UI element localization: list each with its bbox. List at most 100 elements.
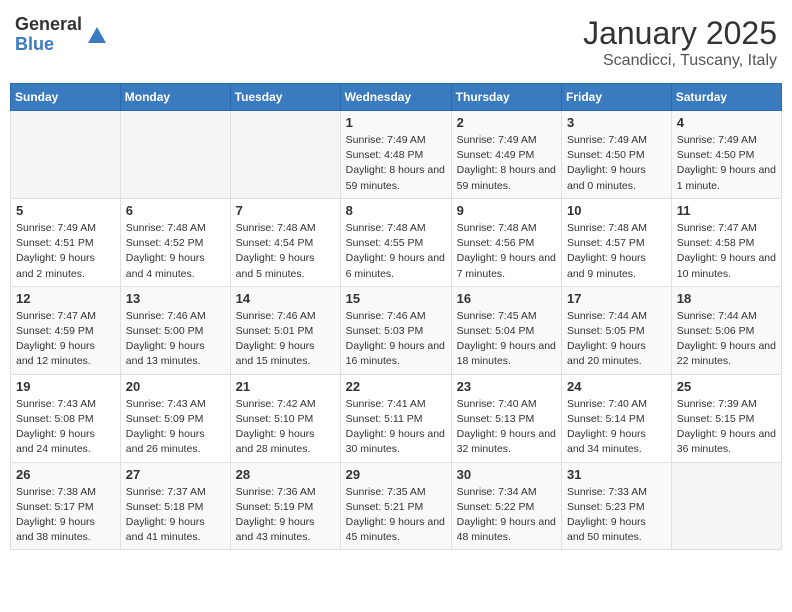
weekday-header-sunday: Sunday xyxy=(11,84,121,111)
day-number: 17 xyxy=(567,291,666,306)
day-number: 6 xyxy=(126,203,225,218)
calendar-cell: 28Sunrise: 7:36 AM Sunset: 5:19 PM Dayli… xyxy=(230,462,340,550)
weekday-header-saturday: Saturday xyxy=(671,84,781,111)
calendar-cell: 18 Sunrise: 7:44 AM Sunset: 5:06 PM Dayli… xyxy=(671,286,781,374)
day-info: Sunrise: 7:48 AM Sunset: 4:57 PM Dayligh… xyxy=(567,221,666,282)
day-info: Sunrise: 7:48 AM Sunset: 4:54 PM Dayligh… xyxy=(236,221,335,282)
calendar-cell: 17 Sunrise: 7:44 AM Sunset: 5:05 PM Dayli… xyxy=(562,286,672,374)
day-info: Sunrise: 7:49 AM Sunset: 4:48 PM Dayligh… xyxy=(346,133,446,194)
calendar-cell: 30 Sunrise: 7:34 AM Sunset: 5:22 PM Dayli… xyxy=(451,462,561,550)
day-info: Sunrise: 7:48 AM Sunset: 4:52 PM Dayligh… xyxy=(126,221,225,282)
day-info: Sunrise: 7:47 AM Sunset: 4:58 PM Dayligh… xyxy=(677,221,776,282)
calendar-cell: 6 Sunrise: 7:48 AM Sunset: 4:52 PM Daylig… xyxy=(120,198,230,286)
location-subtitle: Scandicci, Tuscany, Italy xyxy=(583,52,777,70)
day-info: Sunrise: 7:41 AM Sunset: 5:11 PM Dayligh… xyxy=(346,397,446,458)
calendar-cell: 14Sunrise: 7:46 AM Sunset: 5:01 PM Dayli… xyxy=(230,286,340,374)
day-number: 8 xyxy=(346,203,446,218)
day-info: Sunrise: 7:43 AM Sunset: 5:09 PM Dayligh… xyxy=(126,397,225,458)
day-number: 20 xyxy=(126,379,225,394)
day-info: Sunrise: 7:43 AM Sunset: 5:08 PM Dayligh… xyxy=(16,397,115,458)
calendar-cell: 13Sunrise: 7:46 AM Sunset: 5:00 PM Dayli… xyxy=(120,286,230,374)
day-info: Sunrise: 7:46 AM Sunset: 5:03 PM Dayligh… xyxy=(346,309,446,370)
day-info: Sunrise: 7:39 AM Sunset: 5:15 PM Dayligh… xyxy=(677,397,776,458)
weekday-header-row: SundayMondayTuesdayWednesdayThursdayFrid… xyxy=(11,84,782,111)
calendar-cell xyxy=(671,462,781,550)
day-number: 25 xyxy=(677,379,776,394)
calendar-week-row: 1Sunrise: 7:49 AM Sunset: 4:48 PM Daylig… xyxy=(11,111,782,199)
weekday-header-monday: Monday xyxy=(120,84,230,111)
day-number: 10 xyxy=(567,203,666,218)
day-info: Sunrise: 7:44 AM Sunset: 5:05 PM Dayligh… xyxy=(567,309,666,370)
day-number: 30 xyxy=(457,467,556,482)
weekday-header-thursday: Thursday xyxy=(451,84,561,111)
calendar-week-row: 5 Sunrise: 7:49 AM Sunset: 4:51 PM Daylig… xyxy=(11,198,782,286)
day-number: 27 xyxy=(126,467,225,482)
day-info: Sunrise: 7:36 AM Sunset: 5:19 PM Dayligh… xyxy=(236,485,335,546)
day-number: 2 xyxy=(457,115,556,130)
calendar-cell: 21 Sunrise: 7:42 AM Sunset: 5:10 PM Dayli… xyxy=(230,374,340,462)
calendar-cell: 9Sunrise: 7:48 AM Sunset: 4:56 PM Daylig… xyxy=(451,198,561,286)
calendar-cell xyxy=(120,111,230,199)
day-info: Sunrise: 7:37 AM Sunset: 5:18 PM Dayligh… xyxy=(126,485,225,546)
page-header: General Blue January 2025 Scandicci, Tus… xyxy=(10,10,782,75)
logo: General Blue xyxy=(15,15,108,55)
day-info: Sunrise: 7:40 AM Sunset: 5:14 PM Dayligh… xyxy=(567,397,666,458)
logo-blue: Blue xyxy=(15,35,82,55)
day-info: Sunrise: 7:49 AM Sunset: 4:50 PM Dayligh… xyxy=(677,133,776,194)
day-number: 31 xyxy=(567,467,666,482)
day-info: Sunrise: 7:38 AM Sunset: 5:17 PM Dayligh… xyxy=(16,485,115,546)
calendar-cell: 22 Sunrise: 7:41 AM Sunset: 5:11 PM Dayli… xyxy=(340,374,451,462)
calendar-cell: 29Sunrise: 7:35 AM Sunset: 5:21 PM Dayli… xyxy=(340,462,451,550)
calendar-cell: 11Sunrise: 7:47 AM Sunset: 4:58 PM Dayli… xyxy=(671,198,781,286)
day-number: 22 xyxy=(346,379,446,394)
day-number: 29 xyxy=(346,467,446,482)
day-info: Sunrise: 7:49 AM Sunset: 4:51 PM Dayligh… xyxy=(16,221,115,282)
day-info: Sunrise: 7:42 AM Sunset: 5:10 PM Dayligh… xyxy=(236,397,335,458)
day-number: 21 xyxy=(236,379,335,394)
calendar-cell: 23 Sunrise: 7:40 AM Sunset: 5:13 PM Dayli… xyxy=(451,374,561,462)
logo-general: General xyxy=(15,15,82,35)
day-number: 14 xyxy=(236,291,335,306)
month-title: January 2025 xyxy=(583,15,777,52)
calendar-cell: 31 Sunrise: 7:33 AM Sunset: 5:23 PM Dayli… xyxy=(562,462,672,550)
calendar-cell: 26Sunrise: 7:38 AM Sunset: 5:17 PM Dayli… xyxy=(11,462,121,550)
day-number: 24 xyxy=(567,379,666,394)
logo-icon xyxy=(86,25,108,47)
calendar-cell: 16 Sunrise: 7:45 AM Sunset: 5:04 PM Dayli… xyxy=(451,286,561,374)
day-info: Sunrise: 7:44 AM Sunset: 5:06 PM Dayligh… xyxy=(677,309,776,370)
day-number: 7 xyxy=(236,203,335,218)
calendar-cell: 19 Sunrise: 7:43 AM Sunset: 5:08 PM Dayli… xyxy=(11,374,121,462)
day-info: Sunrise: 7:49 AM Sunset: 4:49 PM Dayligh… xyxy=(457,133,556,194)
day-info: Sunrise: 7:33 AM Sunset: 5:23 PM Dayligh… xyxy=(567,485,666,546)
day-info: Sunrise: 7:47 AM Sunset: 4:59 PM Dayligh… xyxy=(16,309,115,370)
day-number: 3 xyxy=(567,115,666,130)
day-info: Sunrise: 7:40 AM Sunset: 5:13 PM Dayligh… xyxy=(457,397,556,458)
day-number: 18 xyxy=(677,291,776,306)
title-area: January 2025 Scandicci, Tuscany, Italy xyxy=(583,15,777,70)
calendar-cell: 10 Sunrise: 7:48 AM Sunset: 4:57 PM Dayli… xyxy=(562,198,672,286)
day-number: 16 xyxy=(457,291,556,306)
day-number: 13 xyxy=(126,291,225,306)
day-info: Sunrise: 7:48 AM Sunset: 4:56 PM Dayligh… xyxy=(457,221,556,282)
day-info: Sunrise: 7:48 AM Sunset: 4:55 PM Dayligh… xyxy=(346,221,446,282)
calendar-cell: 1Sunrise: 7:49 AM Sunset: 4:48 PM Daylig… xyxy=(340,111,451,199)
calendar-cell: 5 Sunrise: 7:49 AM Sunset: 4:51 PM Daylig… xyxy=(11,198,121,286)
day-number: 5 xyxy=(16,203,115,218)
calendar-cell: 4Sunrise: 7:49 AM Sunset: 4:50 PM Daylig… xyxy=(671,111,781,199)
day-info: Sunrise: 7:34 AM Sunset: 5:22 PM Dayligh… xyxy=(457,485,556,546)
day-info: Sunrise: 7:45 AM Sunset: 5:04 PM Dayligh… xyxy=(457,309,556,370)
calendar-cell xyxy=(230,111,340,199)
calendar-cell: 15 Sunrise: 7:46 AM Sunset: 5:03 PM Dayli… xyxy=(340,286,451,374)
day-number: 12 xyxy=(16,291,115,306)
calendar-week-row: 26Sunrise: 7:38 AM Sunset: 5:17 PM Dayli… xyxy=(11,462,782,550)
calendar-cell: 7 Sunrise: 7:48 AM Sunset: 4:54 PM Daylig… xyxy=(230,198,340,286)
weekday-header-tuesday: Tuesday xyxy=(230,84,340,111)
calendar-cell xyxy=(11,111,121,199)
day-number: 23 xyxy=(457,379,556,394)
day-number: 19 xyxy=(16,379,115,394)
calendar-cell: 20 Sunrise: 7:43 AM Sunset: 5:09 PM Dayli… xyxy=(120,374,230,462)
day-info: Sunrise: 7:49 AM Sunset: 4:50 PM Dayligh… xyxy=(567,133,666,194)
day-number: 15 xyxy=(346,291,446,306)
calendar-cell: 12 Sunrise: 7:47 AM Sunset: 4:59 PM Dayli… xyxy=(11,286,121,374)
calendar-cell: 27 Sunrise: 7:37 AM Sunset: 5:18 PM Dayli… xyxy=(120,462,230,550)
